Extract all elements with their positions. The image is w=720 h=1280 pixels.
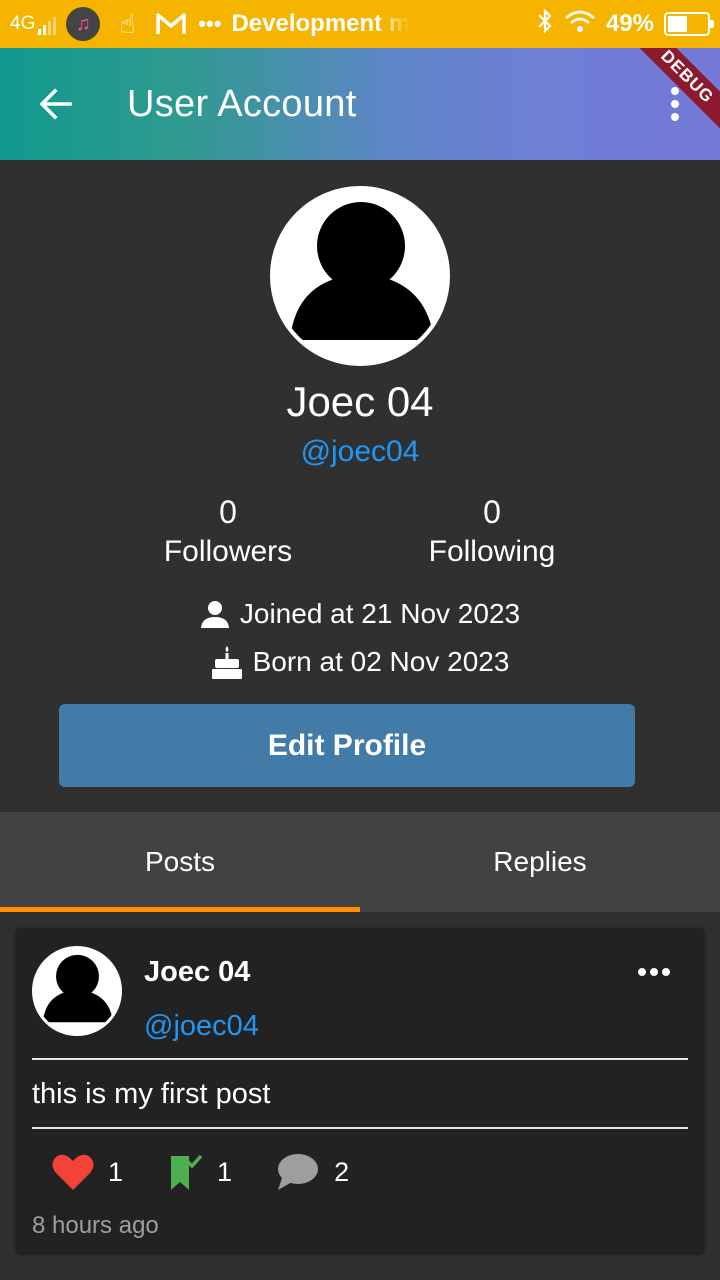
status-bar: 4G ♫ ☝ ••• Development mode 49% <box>0 0 720 48</box>
bookmark-count: 1 <box>217 1156 233 1187</box>
music-icon: ♫ <box>66 7 101 41</box>
following-count: 0 <box>483 494 501 530</box>
born-date: Born at 02 Nov 2023 <box>252 646 510 677</box>
tab-replies[interactable]: Replies <box>360 812 720 912</box>
battery-charging-icon <box>664 12 714 36</box>
comment-button[interactable]: 2 <box>276 1152 349 1192</box>
page-title: User Account <box>127 82 357 125</box>
signal-icon <box>38 17 57 35</box>
avatar[interactable] <box>270 186 450 366</box>
status-right: 49% <box>536 7 714 41</box>
notification-text: Development mode <box>231 10 411 37</box>
post-options-button[interactable] <box>634 960 674 984</box>
profile-handle[interactable]: @joec04 <box>0 435 720 469</box>
joined-info: Joined at 21 Nov 2023 <box>0 598 720 630</box>
network-indicator: 4G <box>10 13 57 35</box>
profile-tabs: Posts Replies <box>0 812 720 912</box>
wifi-icon <box>564 9 596 40</box>
app-bar: User Account DEBUG <box>0 48 720 160</box>
network-type: 4G <box>10 13 36 34</box>
person-icon <box>200 601 229 628</box>
cake-icon <box>211 646 242 679</box>
more-vert-icon <box>671 87 679 121</box>
bluetooth-icon <box>536 7 554 41</box>
edit-profile-button[interactable]: Edit Profile <box>59 704 635 787</box>
heart-icon <box>52 1154 94 1190</box>
person-silhouette-icon <box>274 190 446 362</box>
more-dots-icon: ••• <box>198 11 222 36</box>
profile-display-name: Joec 04 <box>286 378 434 425</box>
comment-icon <box>278 1154 319 1190</box>
comment-count: 2 <box>334 1156 350 1187</box>
profile-header: Joec 04 @joec04 0 Followers 0 Following … <box>0 160 720 812</box>
tab-posts[interactable]: Posts <box>0 812 360 912</box>
bookmark-check-icon <box>171 1154 203 1190</box>
battery-percent: 49% <box>605 10 654 37</box>
status-left: 4G ♫ ☝ ••• Development mode <box>10 7 411 41</box>
back-button[interactable] <box>0 48 112 160</box>
born-info: Born at 02 Nov 2023 <box>0 644 720 680</box>
following-label: Following <box>428 535 556 568</box>
followers-stat[interactable]: 0 Followers <box>108 494 348 569</box>
following-stat[interactable]: 0 Following <box>372 494 612 569</box>
post-actions: 1 1 2 <box>52 1152 393 1192</box>
post-divider-bottom <box>32 1127 688 1129</box>
joined-date: Joined at 21 Nov 2023 <box>239 598 521 629</box>
arrow-left-icon <box>39 88 72 120</box>
followers-label: Followers <box>163 535 293 568</box>
post-author-avatar[interactable] <box>32 946 122 1036</box>
bookmark-button[interactable]: 1 <box>167 1152 232 1192</box>
post-card[interactable]: Joec 04 @joec04 this is my first post 1 … <box>16 928 704 1253</box>
touchpal-icon: ☝ <box>119 8 136 39</box>
more-horiz-icon <box>638 968 670 976</box>
post-timestamp: 8 hours ago <box>32 1212 159 1239</box>
person-silhouette-icon <box>35 949 119 1033</box>
like-count: 1 <box>108 1156 124 1187</box>
post-author-handle[interactable]: @joec04 <box>144 1010 259 1043</box>
like-button[interactable]: 1 <box>52 1153 123 1191</box>
gmail-icon <box>154 7 188 41</box>
post-author-name[interactable]: Joec 04 <box>144 956 250 989</box>
post-divider-top <box>32 1058 688 1060</box>
followers-count: 0 <box>219 494 237 530</box>
post-text: this is my first post <box>32 1078 271 1110</box>
